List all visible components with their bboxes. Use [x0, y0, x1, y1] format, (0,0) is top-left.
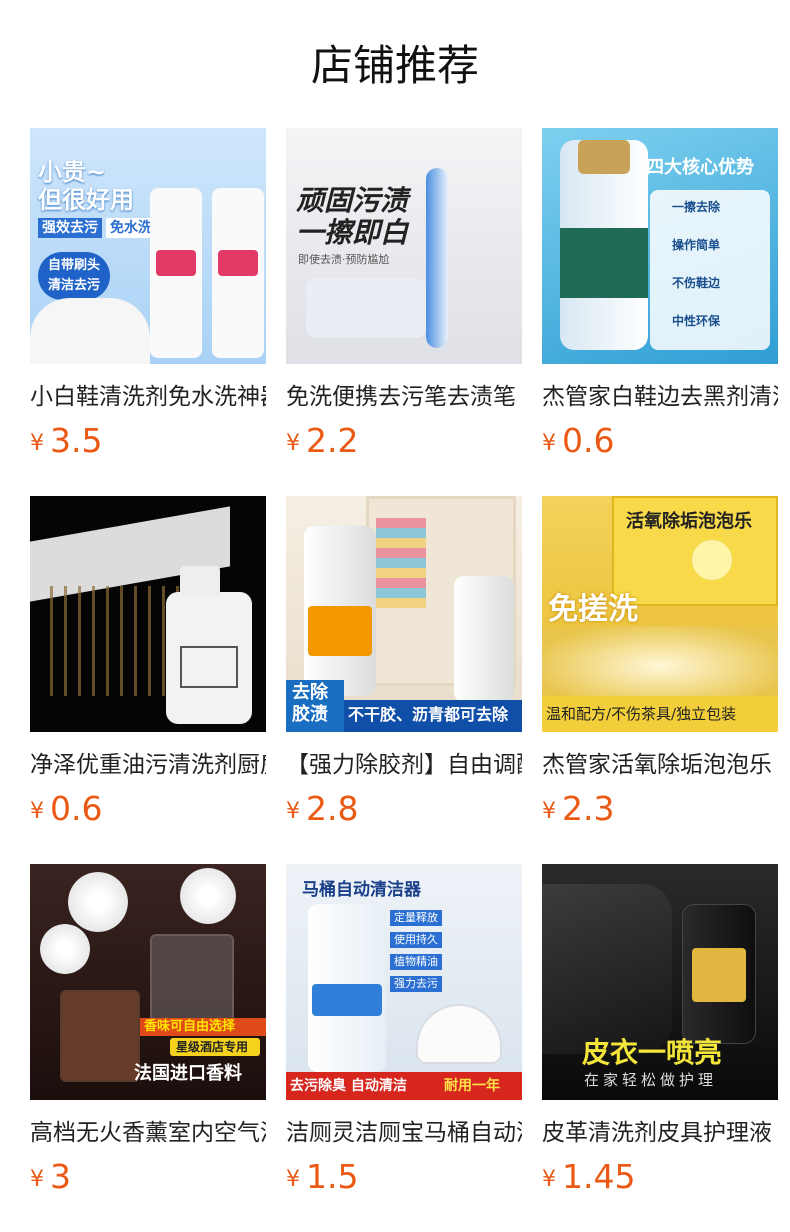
image-text: 皮衣一喷亮 — [582, 1036, 723, 1069]
product-price: ¥0.6 — [542, 421, 778, 461]
price-value: 2.2 — [306, 421, 359, 460]
product-name[interactable]: 杰管家活氧除垢泡泡乐 — [542, 750, 778, 780]
product-price: ¥3 — [30, 1157, 266, 1197]
currency-symbol: ¥ — [542, 431, 556, 456]
product-image[interactable]: 四大核心优势 一擦去除 操作简单 不伤鞋边 中性环保 — [542, 128, 778, 364]
product-price: ¥0.6 — [30, 789, 266, 829]
product-price: ¥2.8 — [286, 789, 522, 829]
product-card[interactable]: 净泽优重油污清洗剂厨房 ¥0.6 — [30, 496, 266, 829]
currency-symbol: ¥ — [542, 799, 556, 824]
image-text: 顽固污渍 — [296, 184, 409, 217]
currency-symbol: ¥ — [286, 1167, 300, 1192]
product-image[interactable]: 小贵~ 但很好用 强效去污 免水洗 自带刷头 清洁去污 — [30, 128, 266, 364]
image-text: 一擦即白 — [296, 216, 409, 249]
product-name[interactable]: 杰管家白鞋边去黑剂清洁 — [542, 382, 778, 412]
product-image[interactable]: 皮衣一喷亮 在家轻松做护理 — [542, 864, 778, 1100]
currency-symbol: ¥ — [286, 431, 300, 456]
product-card[interactable]: 香味可自由选择 星级酒店专用 法国进口香料 高档无火香薰室内空气清新 ¥3 — [30, 864, 266, 1197]
product-name[interactable]: 高档无火香薰室内空气清新 — [30, 1118, 266, 1148]
product-name[interactable]: 【强力除胶剂】自由调配 — [286, 750, 522, 780]
product-price: ¥2.2 — [286, 421, 522, 461]
product-name[interactable]: 免洗便携去污笔去渍笔 — [286, 382, 522, 412]
image-text: 去污除臭 自动清洁 — [290, 1078, 407, 1094]
image-text: 耐用一年 — [444, 1078, 500, 1094]
image-text: 在家轻松做护理 — [584, 1071, 718, 1089]
product-price: ¥3.5 — [30, 421, 266, 461]
image-text: 不伤鞋边 — [672, 276, 721, 290]
currency-symbol: ¥ — [30, 1167, 44, 1192]
product-card[interactable]: 活氧除垢泡泡乐 免搓洗 温和配方/不伤茶具/独立包装 杰管家活氧除垢泡泡乐 ¥2… — [542, 496, 778, 829]
price-value: 3 — [50, 1157, 71, 1196]
product-image[interactable]: 去除 胶渍 不干胶、沥青都可去除 — [286, 496, 522, 732]
image-text: 操作简单 — [672, 238, 721, 252]
image-text: 胶渍 — [292, 704, 328, 725]
product-card[interactable]: 小贵~ 但很好用 强效去污 免水洗 自带刷头 清洁去污 小白鞋清洗剂免水洗神器 … — [30, 128, 266, 461]
product-image[interactable]: 香味可自由选择 星级酒店专用 法国进口香料 — [30, 864, 266, 1100]
price-value: 2.3 — [562, 789, 615, 828]
image-text: 一擦去除 — [672, 200, 721, 214]
product-name[interactable]: 皮革清洗剂皮具护理液 — [542, 1118, 778, 1148]
product-card[interactable]: 皮衣一喷亮 在家轻松做护理 皮革清洗剂皮具护理液 ¥1.45 — [542, 864, 778, 1197]
product-name[interactable]: 小白鞋清洗剂免水洗神器 — [30, 382, 266, 412]
image-text: 强力去污 — [390, 976, 442, 992]
image-text: 即使去渍·预防尴尬 — [298, 253, 390, 266]
price-value: 1.5 — [306, 1157, 359, 1196]
product-card[interactable]: 顽固污渍 一擦即白 即使去渍·预防尴尬 免洗便携去污笔去渍笔 ¥2.2 — [286, 128, 522, 461]
image-text: 马桶自动清洁器 — [302, 880, 421, 900]
product-card[interactable]: 马桶自动清洁器 定量释放 使用持久 植物精油 强力去污 去污除臭 自动清洁 耐用… — [286, 864, 522, 1197]
price-value: 3.5 — [50, 421, 103, 460]
price-value: 1.45 — [562, 1157, 636, 1196]
image-text: 自带刷头 — [48, 258, 101, 273]
product-name[interactable]: 洁厕灵洁厕宝马桶自动清洁 — [286, 1118, 522, 1148]
price-value: 0.6 — [562, 421, 615, 460]
price-value: 0.6 — [50, 789, 103, 828]
image-text: 星级酒店专用 — [176, 1040, 249, 1054]
product-image[interactable]: 顽固污渍 一擦即白 即使去渍·预防尴尬 — [286, 128, 522, 364]
product-price: ¥1.5 — [286, 1157, 522, 1197]
image-text: 香味可自由选择 — [144, 1019, 236, 1034]
currency-symbol: ¥ — [30, 431, 44, 456]
product-card[interactable]: 去除 胶渍 不干胶、沥青都可去除 【强力除胶剂】自由调配 ¥2.8 — [286, 496, 522, 829]
image-text: 免搓洗 — [548, 592, 638, 627]
currency-symbol: ¥ — [286, 799, 300, 824]
image-text: 不干胶、沥青都可去除 — [348, 705, 509, 724]
image-text: 中性环保 — [672, 314, 721, 328]
currency-symbol: ¥ — [542, 1167, 556, 1192]
image-text: 清洁去污 — [48, 278, 101, 293]
product-price: ¥2.3 — [542, 789, 778, 829]
image-text: 四大核心优势 — [646, 157, 754, 178]
section-title: 店铺推荐 — [310, 41, 479, 90]
product-image[interactable] — [30, 496, 266, 732]
image-text: 法国进口香料 — [134, 1063, 242, 1084]
currency-symbol: ¥ — [30, 799, 44, 824]
image-text: 定量释放 — [390, 910, 442, 926]
product-image[interactable]: 马桶自动清洁器 定量释放 使用持久 植物精油 强力去污 去污除臭 自动清洁 耐用… — [286, 864, 522, 1100]
product-name[interactable]: 净泽优重油污清洗剂厨房 — [30, 750, 266, 780]
image-text: 小贵~ — [38, 158, 107, 186]
product-card[interactable]: 四大核心优势 一擦去除 操作简单 不伤鞋边 中性环保 杰管家白鞋边去黑剂清洁 ¥… — [542, 128, 778, 461]
image-text: 去除 — [292, 682, 328, 703]
image-text: 活氧除垢泡泡乐 — [626, 511, 752, 532]
image-text: 强效去污 — [38, 218, 102, 238]
image-text: 使用持久 — [390, 932, 442, 948]
image-text: 免水洗 — [106, 218, 156, 238]
product-image[interactable]: 活氧除垢泡泡乐 免搓洗 温和配方/不伤茶具/独立包装 — [542, 496, 778, 732]
image-text: 温和配方/不伤茶具/独立包装 — [546, 705, 737, 723]
image-text: 但很好用 — [38, 186, 134, 214]
image-text: 植物精油 — [390, 954, 442, 970]
price-value: 2.8 — [306, 789, 359, 828]
product-price: ¥1.45 — [542, 1157, 778, 1197]
